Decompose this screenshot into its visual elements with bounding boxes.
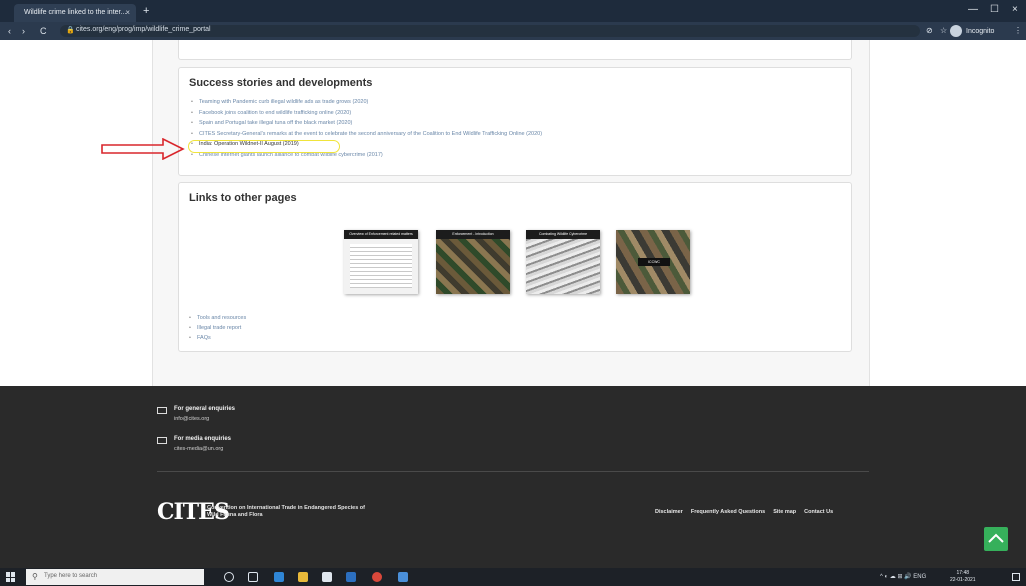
url-text: cites.org/eng/prog/imp/wildlife_crime_po…: [76, 26, 211, 33]
page-link[interactable]: Tools and resources: [189, 313, 246, 323]
incognito-badge[interactable]: Incognito: [950, 24, 994, 38]
search-icon: ⚲: [32, 572, 38, 581]
incognito-icon: [950, 25, 962, 37]
new-tab-icon[interactable]: +: [143, 4, 149, 18]
thumbnail-link[interactable]: Enforcement - Introduction: [436, 230, 510, 294]
envelope-icon: [157, 407, 167, 414]
browser-toolbar: ‹ › C 🔒 cites.org/eng/prog/imp/wildlife_…: [0, 22, 1026, 40]
footer-link-contact[interactable]: Contact Us: [804, 509, 833, 515]
general-email-link[interactable]: info@cites.org: [174, 416, 209, 422]
highlight-ellipse: [188, 140, 340, 153]
organization-name: Convention on International Trade in End…: [207, 505, 365, 518]
footer-nav: Disclaimer Frequently Asked Questions Si…: [655, 509, 833, 515]
thumbnail-caption: Overview of Enforcement related matters: [344, 230, 418, 239]
star-icon[interactable]: ☆: [940, 25, 947, 37]
thumbnail-link[interactable]: Combating Wildlife Cybercrime: [526, 230, 600, 294]
incognito-label: Incognito: [966, 27, 995, 35]
tab-title: Wildlife crime linked to the inter...: [24, 9, 127, 16]
thumbnail-caption: Enforcement - Introduction: [436, 230, 510, 239]
links-title: Links to other pages: [189, 192, 297, 204]
envelope-icon: [157, 437, 167, 444]
task-view-icon[interactable]: [248, 572, 258, 582]
thumbnail-caption: Combating Wildlife Cybercrime: [526, 230, 600, 239]
success-stories-card: Success stories and developments Teaming…: [178, 67, 852, 176]
windows-start-icon[interactable]: [6, 572, 16, 582]
story-link[interactable]: Teaming with Pandemic curb illegal wildl…: [191, 97, 542, 108]
document-preview: [350, 244, 412, 288]
menu-icon[interactable]: ⋮: [1014, 25, 1022, 37]
previous-card-bottom: [178, 40, 852, 60]
system-tray[interactable]: ^ ◐ ☁ ⊞ 🔊 ENG: [880, 573, 926, 580]
media-email-link[interactable]: cites-media@un.org: [174, 446, 223, 452]
other-links-list: Tools and resources Illegal trade report…: [189, 313, 246, 343]
store-icon[interactable]: [322, 572, 332, 582]
app-icon[interactable]: [398, 572, 408, 582]
site-footer: For general enquiries info@cites.org For…: [0, 386, 1026, 568]
taskbar-search[interactable]: ⚲ Type here to search: [26, 569, 204, 585]
thumbnail-row: Overview of Enforcement related matters …: [344, 230, 694, 294]
thumbnail-link[interactable]: ICCWC: [616, 230, 690, 294]
cortana-icon[interactable]: [224, 572, 234, 582]
chrome-icon[interactable]: [372, 572, 382, 582]
minimize-icon[interactable]: —: [968, 4, 978, 16]
edge-icon[interactable]: [274, 572, 284, 582]
footer-divider: [157, 471, 869, 472]
red-arrow-annotation: [101, 138, 185, 160]
story-link[interactable]: Spain and Portugal take illegal tuna off…: [191, 118, 542, 129]
footer-link-sitemap[interactable]: Site map: [773, 509, 796, 515]
extension-icon[interactable]: ⊘: [926, 25, 933, 37]
thumbnail-link[interactable]: Overview of Enforcement related matters: [344, 230, 418, 294]
clock-date: 22-01-2021: [950, 577, 976, 583]
page-link[interactable]: FAQs: [189, 333, 246, 343]
links-card: Links to other pages Overview of Enforce…: [178, 182, 852, 352]
address-bar[interactable]: 🔒 cites.org/eng/prog/imp/wildlife_crime_…: [60, 25, 920, 37]
lock-icon: 🔒: [66, 27, 75, 34]
back-to-top-button[interactable]: [984, 527, 1008, 551]
taskbar-search-placeholder: Type here to search: [44, 573, 98, 579]
general-enquiries-label: For general enquiries: [174, 406, 236, 412]
footer-link-disclaimer[interactable]: Disclaimer: [655, 509, 683, 515]
windows-taskbar: ⚲ Type here to search ^ ◐ ☁ ⊞ 🔊 ENG 17:4…: [0, 568, 1026, 586]
reload-icon[interactable]: C: [40, 25, 47, 37]
clock-time: 17:48: [956, 570, 970, 576]
thumbnail-caption: ICCWC: [638, 258, 670, 266]
browser-tab-bar: Wildlife crime linked to the inter... × …: [0, 0, 1026, 22]
mail-icon[interactable]: [346, 572, 356, 582]
browser-tab[interactable]: Wildlife crime linked to the inter... ×: [14, 4, 136, 22]
notification-icon[interactable]: [1012, 573, 1020, 581]
tab-close-icon[interactable]: ×: [125, 4, 130, 22]
maximize-icon[interactable]: ☐: [990, 4, 999, 16]
back-icon[interactable]: ‹: [8, 25, 11, 37]
screen: Wildlife crime linked to the inter... × …: [0, 0, 1026, 586]
story-link[interactable]: CITES Secretary-General's remarks at the…: [191, 129, 542, 140]
file-explorer-icon[interactable]: [298, 572, 308, 582]
footer-link-faq[interactable]: Frequently Asked Questions: [691, 509, 765, 515]
page-link[interactable]: Illegal trade report: [189, 323, 246, 333]
close-window-icon[interactable]: ×: [1012, 4, 1018, 16]
media-enquiries-label: For media enquiries: [174, 436, 232, 442]
chevron-up-icon: [988, 533, 1004, 543]
forward-icon[interactable]: ›: [22, 25, 25, 37]
taskbar-clock[interactable]: 17:48 22-01-2021: [950, 570, 976, 584]
story-link[interactable]: Facebook joins coalition to end wildlife…: [191, 108, 542, 119]
success-stories-title: Success stories and developments: [189, 77, 373, 89]
